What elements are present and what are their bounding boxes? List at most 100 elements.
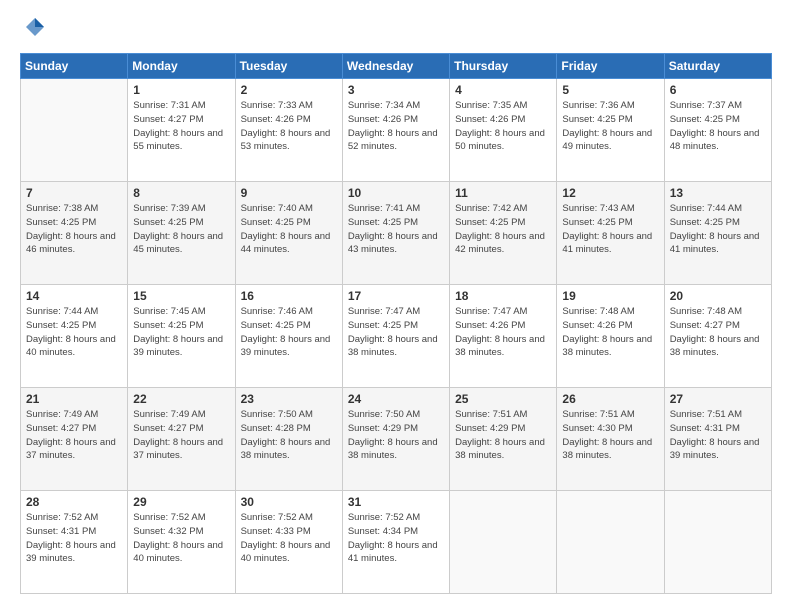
calendar-cell: 8Sunrise: 7:39 AMSunset: 4:25 PMDaylight…	[128, 182, 235, 285]
logo-icon	[24, 16, 46, 43]
calendar-cell: 1 Sunrise: 7:31 AMSunset: 4:27 PMDaylight…	[128, 79, 235, 182]
day-info: Sunrise: 7:34 AMSunset: 4:26 PMDaylight:…	[348, 99, 444, 154]
day-info: Sunrise: 7:52 AMSunset: 4:31 PMDaylight:…	[26, 511, 122, 566]
day-info: Sunrise: 7:31 AMSunset: 4:27 PMDaylight:…	[133, 99, 229, 154]
calendar-week-row: 1 Sunrise: 7:31 AMSunset: 4:27 PMDaylight…	[21, 79, 772, 182]
weekday-header-row: SundayMondayTuesdayWednesdayThursdayFrid…	[21, 54, 772, 79]
day-number: 27	[670, 392, 766, 406]
calendar-cell	[21, 79, 128, 182]
day-number: 1	[133, 83, 229, 97]
day-number: 12	[562, 186, 658, 200]
day-info: Sunrise: 7:44 AMSunset: 4:25 PMDaylight:…	[26, 305, 122, 360]
day-info: Sunrise: 7:47 AMSunset: 4:25 PMDaylight:…	[348, 305, 444, 360]
day-info: Sunrise: 7:42 AMSunset: 4:25 PMDaylight:…	[455, 202, 551, 257]
day-number: 21	[26, 392, 122, 406]
calendar-cell: 22 Sunrise: 7:49 AMSunset: 4:27 PMDayligh…	[128, 388, 235, 491]
calendar-cell: 29Sunrise: 7:52 AMSunset: 4:32 PMDayligh…	[128, 491, 235, 594]
day-number: 20	[670, 289, 766, 303]
calendar-cell: 9 Sunrise: 7:40 AMSunset: 4:25 PMDaylight…	[235, 182, 342, 285]
calendar-cell: 12Sunrise: 7:43 AMSunset: 4:25 PMDayligh…	[557, 182, 664, 285]
day-info: Sunrise: 7:50 AMSunset: 4:29 PMDaylight:…	[348, 408, 444, 463]
day-info: Sunrise: 7:41 AMSunset: 4:25 PMDaylight:…	[348, 202, 444, 257]
calendar-cell: 30 Sunrise: 7:52 AMSunset: 4:33 PMDayligh…	[235, 491, 342, 594]
calendar-cell: 25 Sunrise: 7:51 AMSunset: 4:29 PMDayligh…	[450, 388, 557, 491]
day-number: 9	[241, 186, 337, 200]
day-number: 24	[348, 392, 444, 406]
weekday-header-sunday: Sunday	[21, 54, 128, 79]
calendar-week-row: 7 Sunrise: 7:38 AMSunset: 4:25 PMDaylight…	[21, 182, 772, 285]
day-number: 30	[241, 495, 337, 509]
day-info: Sunrise: 7:51 AMSunset: 4:29 PMDaylight:…	[455, 408, 551, 463]
calendar-cell: 2 Sunrise: 7:33 AMSunset: 4:26 PMDaylight…	[235, 79, 342, 182]
day-number: 10	[348, 186, 444, 200]
day-number: 26	[562, 392, 658, 406]
day-info: Sunrise: 7:51 AMSunset: 4:30 PMDaylight:…	[562, 408, 658, 463]
day-number: 5	[562, 83, 658, 97]
calendar-week-row: 21 Sunrise: 7:49 AMSunset: 4:27 PMDayligh…	[21, 388, 772, 491]
calendar-cell: 27 Sunrise: 7:51 AMSunset: 4:31 PMDayligh…	[664, 388, 771, 491]
calendar-week-row: 14Sunrise: 7:44 AMSunset: 4:25 PMDayligh…	[21, 285, 772, 388]
day-info: Sunrise: 7:46 AMSunset: 4:25 PMDaylight:…	[241, 305, 337, 360]
day-info: Sunrise: 7:38 AMSunset: 4:25 PMDaylight:…	[26, 202, 122, 257]
day-number: 19	[562, 289, 658, 303]
weekday-header-tuesday: Tuesday	[235, 54, 342, 79]
calendar-cell: 20 Sunrise: 7:48 AMSunset: 4:27 PMDayligh…	[664, 285, 771, 388]
calendar-cell: 18Sunrise: 7:47 AMSunset: 4:26 PMDayligh…	[450, 285, 557, 388]
calendar-cell: 28 Sunrise: 7:52 AMSunset: 4:31 PMDayligh…	[21, 491, 128, 594]
logo	[20, 22, 46, 43]
day-info: Sunrise: 7:33 AMSunset: 4:26 PMDaylight:…	[241, 99, 337, 154]
calendar-cell: 10 Sunrise: 7:41 AMSunset: 4:25 PMDayligh…	[342, 182, 449, 285]
day-info: Sunrise: 7:40 AMSunset: 4:25 PMDaylight:…	[241, 202, 337, 257]
day-info: Sunrise: 7:45 AMSunset: 4:25 PMDaylight:…	[133, 305, 229, 360]
day-info: Sunrise: 7:37 AMSunset: 4:25 PMDaylight:…	[670, 99, 766, 154]
calendar-cell: 21 Sunrise: 7:49 AMSunset: 4:27 PMDayligh…	[21, 388, 128, 491]
calendar-cell: 23 Sunrise: 7:50 AMSunset: 4:28 PMDayligh…	[235, 388, 342, 491]
day-number: 2	[241, 83, 337, 97]
header	[20, 18, 772, 43]
calendar-cell: 24 Sunrise: 7:50 AMSunset: 4:29 PMDayligh…	[342, 388, 449, 491]
calendar-cell: 26 Sunrise: 7:51 AMSunset: 4:30 PMDayligh…	[557, 388, 664, 491]
day-info: Sunrise: 7:49 AMSunset: 4:27 PMDaylight:…	[26, 408, 122, 463]
calendar-cell: 14Sunrise: 7:44 AMSunset: 4:25 PMDayligh…	[21, 285, 128, 388]
day-number: 29	[133, 495, 229, 509]
day-number: 22	[133, 392, 229, 406]
day-number: 8	[133, 186, 229, 200]
day-number: 3	[348, 83, 444, 97]
calendar-cell: 13 Sunrise: 7:44 AMSunset: 4:25 PMDayligh…	[664, 182, 771, 285]
calendar-cell: 15 Sunrise: 7:45 AMSunset: 4:25 PMDayligh…	[128, 285, 235, 388]
day-info: Sunrise: 7:50 AMSunset: 4:28 PMDaylight:…	[241, 408, 337, 463]
calendar-cell: 6 Sunrise: 7:37 AMSunset: 4:25 PMDaylight…	[664, 79, 771, 182]
calendar-cell: 5 Sunrise: 7:36 AMSunset: 4:25 PMDaylight…	[557, 79, 664, 182]
calendar-cell: 4 Sunrise: 7:35 AMSunset: 4:26 PMDaylight…	[450, 79, 557, 182]
weekday-header-friday: Friday	[557, 54, 664, 79]
calendar-table: SundayMondayTuesdayWednesdayThursdayFrid…	[20, 53, 772, 594]
page: SundayMondayTuesdayWednesdayThursdayFrid…	[0, 0, 792, 612]
day-info: Sunrise: 7:48 AMSunset: 4:26 PMDaylight:…	[562, 305, 658, 360]
day-number: 7	[26, 186, 122, 200]
day-info: Sunrise: 7:52 AMSunset: 4:34 PMDaylight:…	[348, 511, 444, 566]
weekday-header-wednesday: Wednesday	[342, 54, 449, 79]
day-number: 28	[26, 495, 122, 509]
weekday-header-monday: Monday	[128, 54, 235, 79]
day-number: 13	[670, 186, 766, 200]
day-info: Sunrise: 7:44 AMSunset: 4:25 PMDaylight:…	[670, 202, 766, 257]
day-info: Sunrise: 7:48 AMSunset: 4:27 PMDaylight:…	[670, 305, 766, 360]
day-number: 18	[455, 289, 551, 303]
day-info: Sunrise: 7:51 AMSunset: 4:31 PMDaylight:…	[670, 408, 766, 463]
calendar-cell	[450, 491, 557, 594]
weekday-header-thursday: Thursday	[450, 54, 557, 79]
day-number: 6	[670, 83, 766, 97]
day-info: Sunrise: 7:52 AMSunset: 4:33 PMDaylight:…	[241, 511, 337, 566]
calendar-cell: 31Sunrise: 7:52 AMSunset: 4:34 PMDayligh…	[342, 491, 449, 594]
day-number: 23	[241, 392, 337, 406]
day-number: 4	[455, 83, 551, 97]
day-info: Sunrise: 7:36 AMSunset: 4:25 PMDaylight:…	[562, 99, 658, 154]
calendar-cell: 17 Sunrise: 7:47 AMSunset: 4:25 PMDayligh…	[342, 285, 449, 388]
calendar-cell: 16Sunrise: 7:46 AMSunset: 4:25 PMDayligh…	[235, 285, 342, 388]
day-info: Sunrise: 7:49 AMSunset: 4:27 PMDaylight:…	[133, 408, 229, 463]
day-number: 17	[348, 289, 444, 303]
day-info: Sunrise: 7:35 AMSunset: 4:26 PMDaylight:…	[455, 99, 551, 154]
calendar-week-row: 28 Sunrise: 7:52 AMSunset: 4:31 PMDayligh…	[21, 491, 772, 594]
day-number: 25	[455, 392, 551, 406]
day-number: 15	[133, 289, 229, 303]
